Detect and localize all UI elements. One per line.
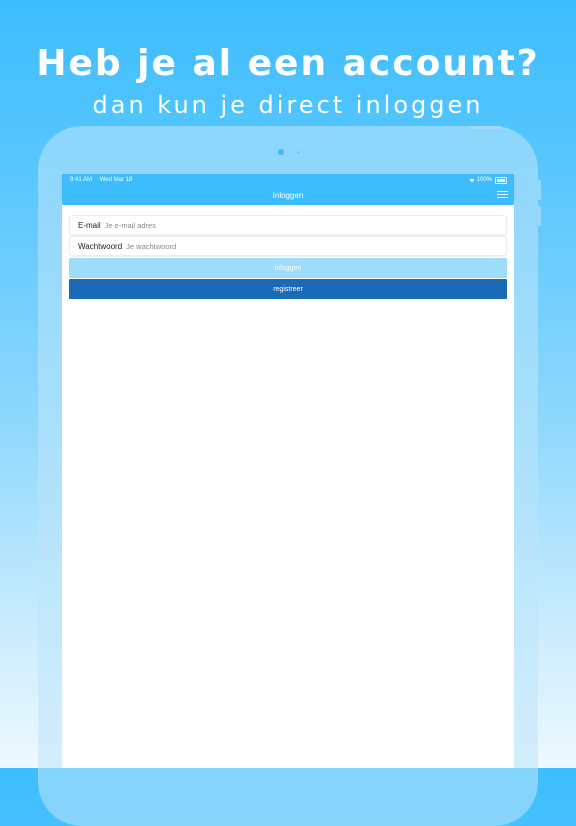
email-field[interactable]: E-mail: [69, 215, 507, 235]
email-input[interactable]: [104, 220, 506, 230]
page-title: Inloggen: [272, 191, 304, 200]
promo-subline: dan kun je direct inloggen: [92, 91, 484, 119]
status-date: Wed Mar 18: [99, 177, 133, 183]
login-button[interactable]: inloggen: [69, 258, 507, 278]
camera-icon: [278, 149, 284, 155]
wifi-icon: [469, 178, 475, 182]
promo-headline: Heb je al een account?: [36, 43, 540, 84]
status-bar: 9:41 AM Wed Mar 18 100%: [62, 174, 514, 186]
tablet-volume-up-button: [538, 180, 541, 200]
nav-bar: Inloggen: [62, 186, 514, 205]
status-time: 9:41 AM: [70, 177, 93, 183]
password-field[interactable]: Wachtwoord: [69, 236, 507, 256]
login-form: E-mail Wachtwoord inloggen registreer: [62, 205, 514, 299]
email-label: E-mail: [78, 220, 101, 230]
tablet-volume-down-button: [538, 206, 541, 226]
sensor-dot: [297, 151, 300, 154]
password-label: Wachtwoord: [78, 241, 123, 251]
tablet-top-button: [470, 126, 502, 129]
hamburger-menu-icon[interactable]: [497, 191, 508, 200]
register-button[interactable]: registreer: [69, 279, 507, 299]
password-input[interactable]: [126, 241, 506, 251]
battery-icon: [495, 176, 507, 184]
app-screen: 9:41 AM Wed Mar 18 100% Inloggen E-mail …: [62, 174, 514, 768]
battery-percent: 100%: [476, 177, 492, 183]
